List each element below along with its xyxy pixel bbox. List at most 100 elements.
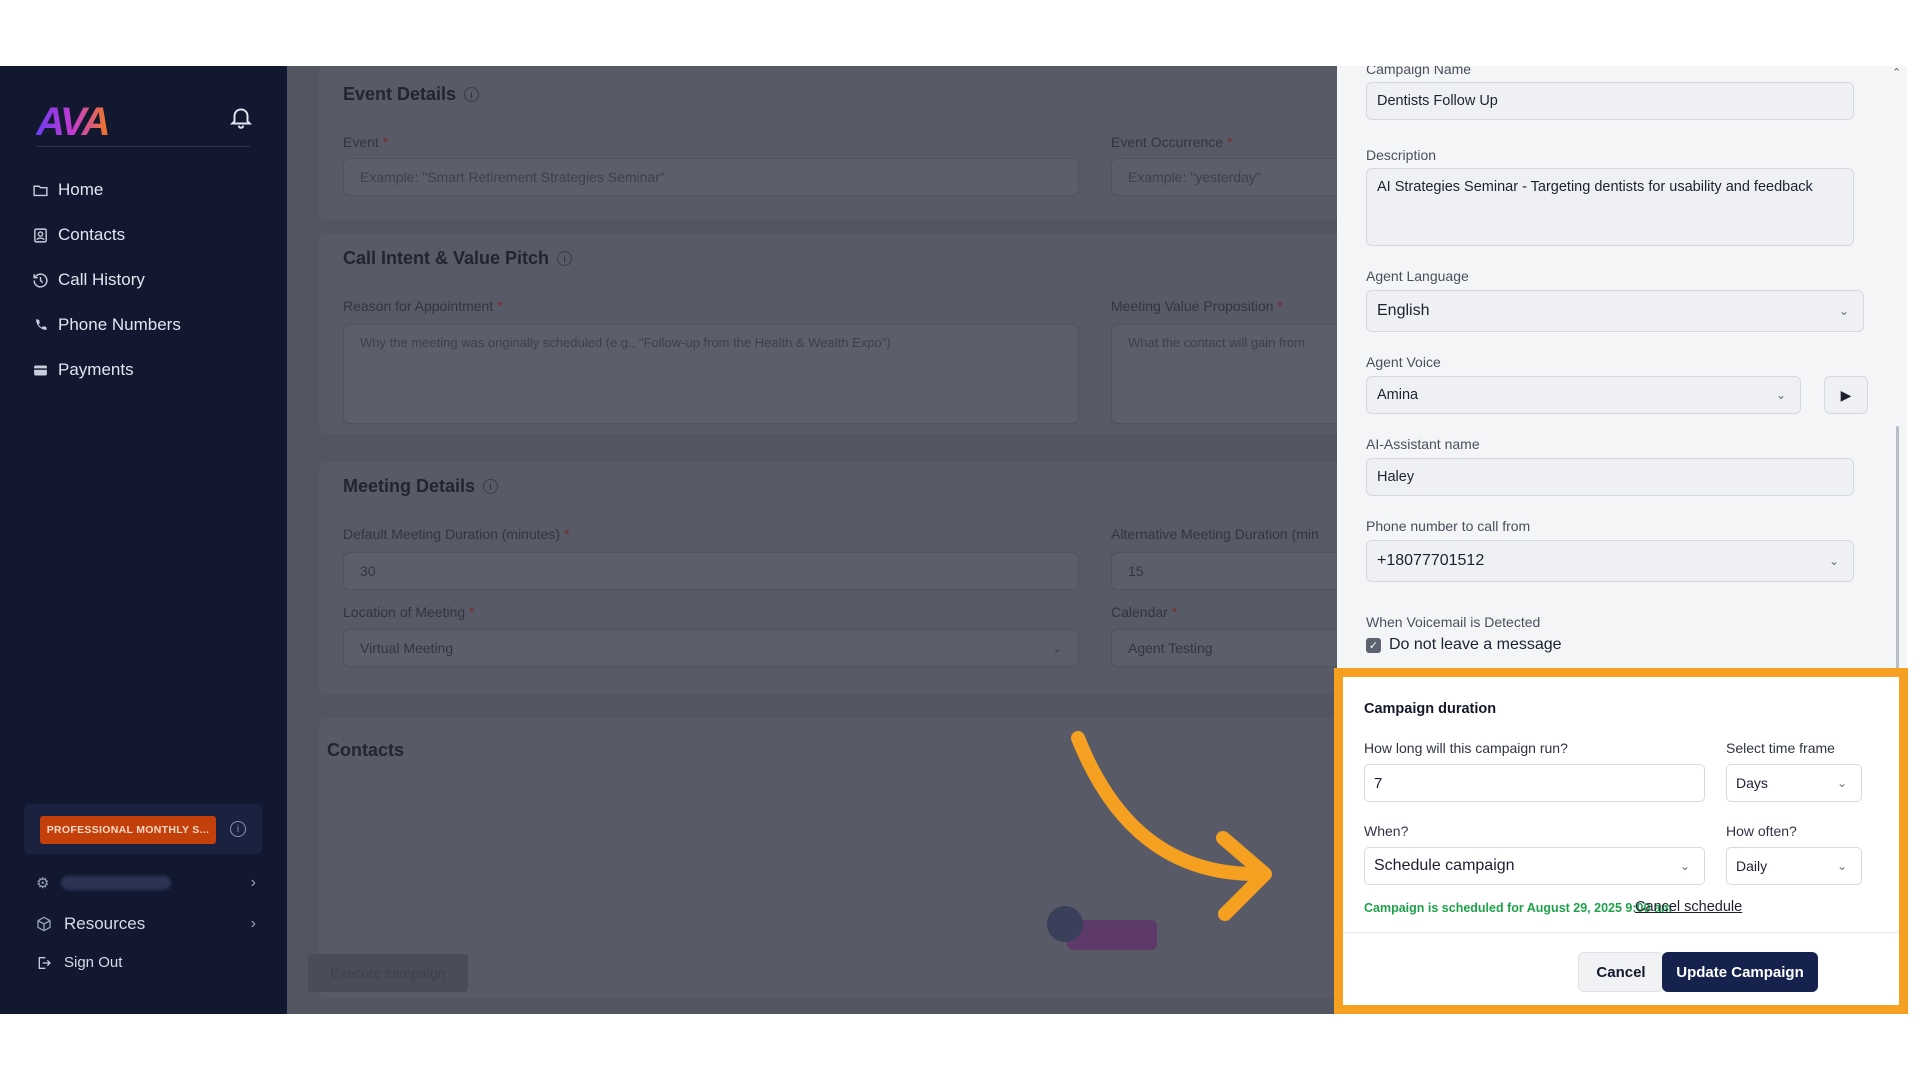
event-details-title: Event Details xyxy=(343,84,457,104)
when-value: Schedule campaign xyxy=(1374,857,1515,874)
sidebar-item-phone-numbers[interactable]: Phone Numbers xyxy=(32,315,181,335)
location-select[interactable]: Virtual Meeting ⌄ xyxy=(343,629,1079,667)
event-occurrence-label: Event Occurrence * xyxy=(1111,134,1233,150)
time-frame-value: Days xyxy=(1736,775,1768,791)
cancel-button[interactable]: Cancel xyxy=(1578,952,1664,992)
calendar-select[interactable]: Agent Testing xyxy=(1111,629,1351,667)
voicemail-checkbox[interactable]: ✓ Do not leave a message xyxy=(1366,636,1562,654)
cancel-schedule-link[interactable]: Cancel schedule xyxy=(1635,899,1742,915)
sidebar-item-payments[interactable]: Payments xyxy=(32,360,134,380)
plan-box: PROFESSIONAL MONTHLY S... i xyxy=(24,804,262,854)
call-intent-title: Call Intent & Value Pitch xyxy=(343,248,550,268)
sidebar-item-label: Call History xyxy=(58,270,145,289)
agent-language-select[interactable]: English ⌄ xyxy=(1366,290,1864,332)
info-icon: i xyxy=(464,87,480,102)
phone-icon xyxy=(36,318,47,330)
how-often-label: How often? xyxy=(1726,823,1797,839)
plan-badge[interactable]: PROFESSIONAL MONTHLY S... xyxy=(40,816,216,844)
sidebar-item-label: Home xyxy=(58,180,104,199)
chevron-down-icon: ⌄ xyxy=(1828,554,1839,568)
how-often-select[interactable]: Daily ⌄ xyxy=(1726,847,1862,885)
section-title: Meeting Details i xyxy=(343,476,499,497)
scroll-up-icon[interactable]: ⌃ xyxy=(1892,66,1901,79)
reason-label: Reason for Appointment * xyxy=(343,298,503,314)
sign-out-label: Sign Out xyxy=(64,954,123,971)
campaign-duration-title: Campaign duration xyxy=(1364,701,1497,717)
sidebar-item-account[interactable]: ⚙ › xyxy=(36,874,256,892)
sidebar-item-home[interactable]: Home xyxy=(32,180,103,200)
app-logo: AVA xyxy=(36,100,111,144)
sidebar-item-label: Payments xyxy=(58,360,134,379)
event-input[interactable]: Example: "Smart Retirement Strategies Se… xyxy=(343,158,1079,196)
agent-voice-select[interactable]: Amina ⌄ xyxy=(1366,376,1801,414)
sidebar-item-contacts[interactable]: Contacts xyxy=(32,225,125,245)
info-icon: i xyxy=(483,479,499,494)
campaign-name-input[interactable]: Dentists Follow Up xyxy=(1366,82,1854,120)
cube-icon xyxy=(37,916,51,932)
time-frame-select[interactable]: Days ⌄ xyxy=(1726,764,1862,802)
folder-icon xyxy=(33,185,48,196)
voicemail-option-label: Do not leave a message xyxy=(1389,636,1562,653)
how-often-value: Daily xyxy=(1736,858,1768,874)
time-frame-label: Select time frame xyxy=(1726,740,1835,756)
chevron-right-icon: › xyxy=(250,915,256,932)
alt-duration-input[interactable]: 15 xyxy=(1111,552,1351,590)
bell-icon[interactable] xyxy=(228,104,254,130)
sidebar-item-label: Contacts xyxy=(58,225,126,244)
update-campaign-button[interactable]: Update Campaign xyxy=(1662,952,1818,992)
assistant-name-label: AI-Assistant name xyxy=(1366,436,1480,452)
value-prop-label: Meeting Value Proposition * xyxy=(1111,298,1283,314)
card-icon xyxy=(34,365,47,375)
alt-duration-label: Alternative Meeting Duration (min xyxy=(1111,526,1319,542)
section-title: Call Intent & Value Pitch i xyxy=(343,248,573,269)
calendar-label: Calendar * xyxy=(1111,604,1178,620)
reason-textarea[interactable]: Why the meeting was originally scheduled… xyxy=(343,324,1079,424)
scheduled-message: Campaign is scheduled for August 29, 202… xyxy=(1364,901,1672,915)
agent-voice-label: Agent Voice xyxy=(1366,354,1441,370)
play-icon: ▶ xyxy=(1840,386,1852,403)
info-icon[interactable]: i xyxy=(230,821,246,837)
agent-language-value: English xyxy=(1377,302,1430,319)
contacts-title: Contacts xyxy=(327,740,405,760)
sidebar-item-label: Resources xyxy=(64,914,146,933)
event-occurrence-input[interactable]: Example: "yesterday" xyxy=(1111,158,1351,196)
section-title: Event Details i xyxy=(343,84,480,105)
voicemail-label: When Voicemail is Detected xyxy=(1366,614,1541,630)
chevron-down-icon: ⌄ xyxy=(1679,859,1690,873)
value-prop-textarea[interactable]: What the contact will gain from xyxy=(1111,324,1351,424)
history-icon xyxy=(33,272,48,288)
phone-from-select[interactable]: +18077701512 ⌄ xyxy=(1366,540,1854,582)
chevron-down-icon: ⌄ xyxy=(1052,642,1062,655)
annotation-arrow-icon xyxy=(1071,731,1272,921)
agent-language-label: Agent Language xyxy=(1366,268,1469,284)
play-voice-button[interactable]: ▶ xyxy=(1824,376,1868,414)
execute-campaign-button[interactable]: Execute campaign xyxy=(308,954,468,992)
chevron-down-icon: ⌄ xyxy=(1836,859,1847,873)
chevron-down-icon: ⌄ xyxy=(1836,776,1847,790)
chevron-right-icon: › xyxy=(250,874,256,891)
sign-out-button[interactable]: Sign Out xyxy=(36,954,256,971)
phone-from-value: +18077701512 xyxy=(1377,552,1485,569)
run-length-input[interactable]: 7 xyxy=(1364,764,1705,802)
footer-divider xyxy=(1343,932,1899,933)
event-details-card xyxy=(319,66,1419,220)
sidebar-item-resources[interactable]: Resources › xyxy=(36,914,256,934)
sidebar: AVA Home Contacts Call History Phone Num… xyxy=(0,66,287,1014)
sidebar-item-call-history[interactable]: Call History xyxy=(32,270,145,290)
event-label: Event * xyxy=(343,134,389,150)
app-window: AVA Home Contacts Call History Phone Num… xyxy=(0,66,1920,1014)
account-name-blurred xyxy=(61,876,172,890)
default-duration-label: Default Meeting Duration (minutes) * xyxy=(343,526,570,542)
phone-from-label: Phone number to call from xyxy=(1366,518,1531,534)
assistant-name-input[interactable]: Haley xyxy=(1366,458,1854,496)
location-label: Location of Meeting * xyxy=(343,604,475,620)
chevron-down-icon: ⌄ xyxy=(1838,304,1849,318)
meeting-details-title: Meeting Details xyxy=(343,476,476,496)
when-select[interactable]: Schedule campaign ⌄ xyxy=(1364,847,1705,885)
info-icon: i xyxy=(557,251,573,266)
sign-out-icon xyxy=(38,956,51,969)
gear-icon: ⚙ xyxy=(36,875,50,892)
description-textarea[interactable]: AI Strategies Seminar - Targeting dentis… xyxy=(1366,168,1854,246)
description-label: Description xyxy=(1366,147,1437,163)
default-duration-input[interactable]: 30 xyxy=(343,552,1079,590)
